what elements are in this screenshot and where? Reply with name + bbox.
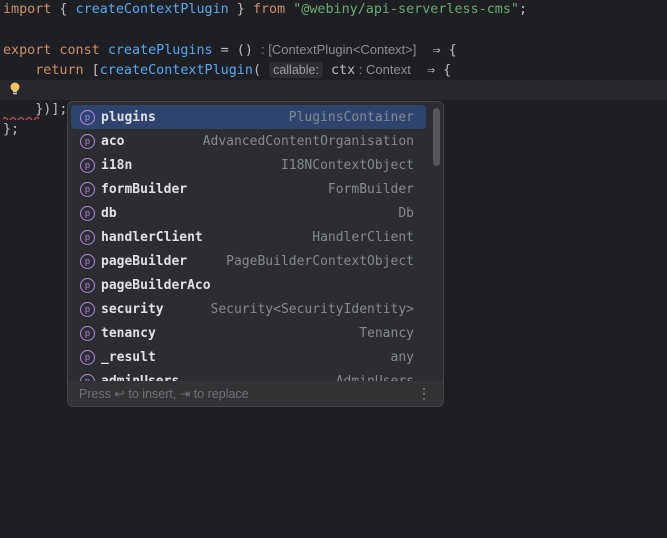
ident: createContextPlugin xyxy=(99,63,253,78)
item-type: Security<SecurityIdentity> xyxy=(210,301,415,317)
completion-footer: Press ↩ to insert, ⇥ to replace ⋮ xyxy=(68,381,443,406)
kw: from xyxy=(252,2,286,17)
completion-list[interactable]: p plugins PluginsContainer p aco AdvancedCont… xyxy=(68,105,430,381)
property-icon: p xyxy=(80,253,95,269)
item-name: pageBuilderAco xyxy=(101,277,211,293)
completion-item[interactable]: p handlerClient HandlerClient xyxy=(71,225,426,249)
item-name: adminUsers xyxy=(101,373,180,382)
property-icon: p xyxy=(80,133,95,149)
punct: = () xyxy=(212,43,261,58)
completion-item[interactable]: p tenancy Tenancy xyxy=(71,321,426,345)
type-hint: : Context xyxy=(355,62,411,77)
footer-hint: Press ↩ to insert, ⇥ to replace xyxy=(79,387,249,401)
item-type: Db xyxy=(398,205,414,221)
kw: return xyxy=(3,63,84,78)
item-name: i18n xyxy=(101,157,133,173)
completion-item[interactable]: p aco AdvancedContentOrganisation xyxy=(71,129,426,153)
item-name: plugins xyxy=(101,109,156,125)
code-line-1: import { createContextPlugin } from "@we… xyxy=(0,0,667,20)
arrow: ⇒ { xyxy=(410,63,452,78)
item-name: security xyxy=(101,301,164,317)
property-icon: p xyxy=(80,301,95,317)
property-icon: p xyxy=(80,373,95,381)
completion-item[interactable]: p adminUsers AdminUsers xyxy=(71,369,426,381)
item-type: Tenancy xyxy=(359,325,414,341)
kw: import xyxy=(3,2,52,17)
property-icon: p xyxy=(80,109,95,125)
item-name: tenancy xyxy=(101,325,156,341)
item-type: FormBuilder xyxy=(327,181,414,197)
code-text: })]; xyxy=(3,102,68,117)
code-text: }; xyxy=(3,122,20,137)
scrollbar[interactable] xyxy=(433,108,440,166)
item-name: handlerClient xyxy=(101,229,203,245)
punct: { xyxy=(51,2,76,17)
item-type: AdvancedContentOrganisation xyxy=(202,133,414,149)
completion-item[interactable]: p pageBuilderAco xyxy=(71,273,426,297)
completion-item[interactable]: p db Db xyxy=(71,201,426,225)
completion-item[interactable]: p _result any xyxy=(71,345,426,369)
code-line-4: return [createContextPlugin( callable: c… xyxy=(0,60,667,80)
code-line-3: export const createPlugins = () : [Conte… xyxy=(0,40,667,60)
arrow: ⇒ { xyxy=(416,43,457,58)
completion-item[interactable]: p plugins PluginsContainer xyxy=(71,105,426,129)
item-name: formBuilder xyxy=(101,181,188,197)
completion-popup[interactable]: p plugins PluginsContainer p aco AdvancedCont… xyxy=(67,101,444,407)
property-icon: p xyxy=(80,157,95,173)
punct: [ xyxy=(83,63,100,78)
kw: export xyxy=(3,43,52,58)
param: ctx xyxy=(322,63,356,78)
type-hint: : [ContextPlugin<Context>] xyxy=(261,42,417,57)
completion-item[interactable]: p formBuilder FormBuilder xyxy=(71,177,426,201)
code-line-5: ctx. xyxy=(0,80,667,117)
item-type: I18NContextObject xyxy=(280,157,414,173)
lightbulb-icon[interactable] xyxy=(9,82,21,96)
completion-item[interactable]: p i18n I18NContextObject xyxy=(71,153,426,177)
property-icon: p xyxy=(80,229,95,245)
kw: const xyxy=(51,43,108,58)
ident: createContextPlugin xyxy=(75,2,229,17)
item-name: db xyxy=(101,205,117,221)
more-options-icon[interactable]: ⋮ xyxy=(417,385,431,402)
ident: createPlugins xyxy=(107,43,213,58)
item-type: PluginsContainer xyxy=(288,109,414,125)
item-type: any xyxy=(390,349,414,365)
item-name: pageBuilder xyxy=(101,253,188,269)
property-icon: p xyxy=(80,325,95,341)
property-icon: p xyxy=(80,181,95,197)
punct: } xyxy=(228,2,253,17)
item-type: AdminUsers xyxy=(335,373,414,382)
item-type: HandlerClient xyxy=(312,229,414,245)
item-name: _result xyxy=(101,349,156,365)
punct: ; xyxy=(518,2,528,17)
property-icon: p xyxy=(80,205,95,221)
completion-item[interactable]: p pageBuilder PageBuilderContextObject xyxy=(71,249,426,273)
item-name: aco xyxy=(101,133,125,149)
property-icon: p xyxy=(80,277,95,293)
punct: ( xyxy=(252,63,270,78)
item-type: PageBuilderContextObject xyxy=(226,253,414,269)
completion-item[interactable]: p security Security<SecurityIdentity> xyxy=(71,297,426,321)
string: "@webiny/api-serverless-cms" xyxy=(293,2,519,17)
param-hint: callable: xyxy=(269,62,323,78)
property-icon: p xyxy=(80,349,95,365)
